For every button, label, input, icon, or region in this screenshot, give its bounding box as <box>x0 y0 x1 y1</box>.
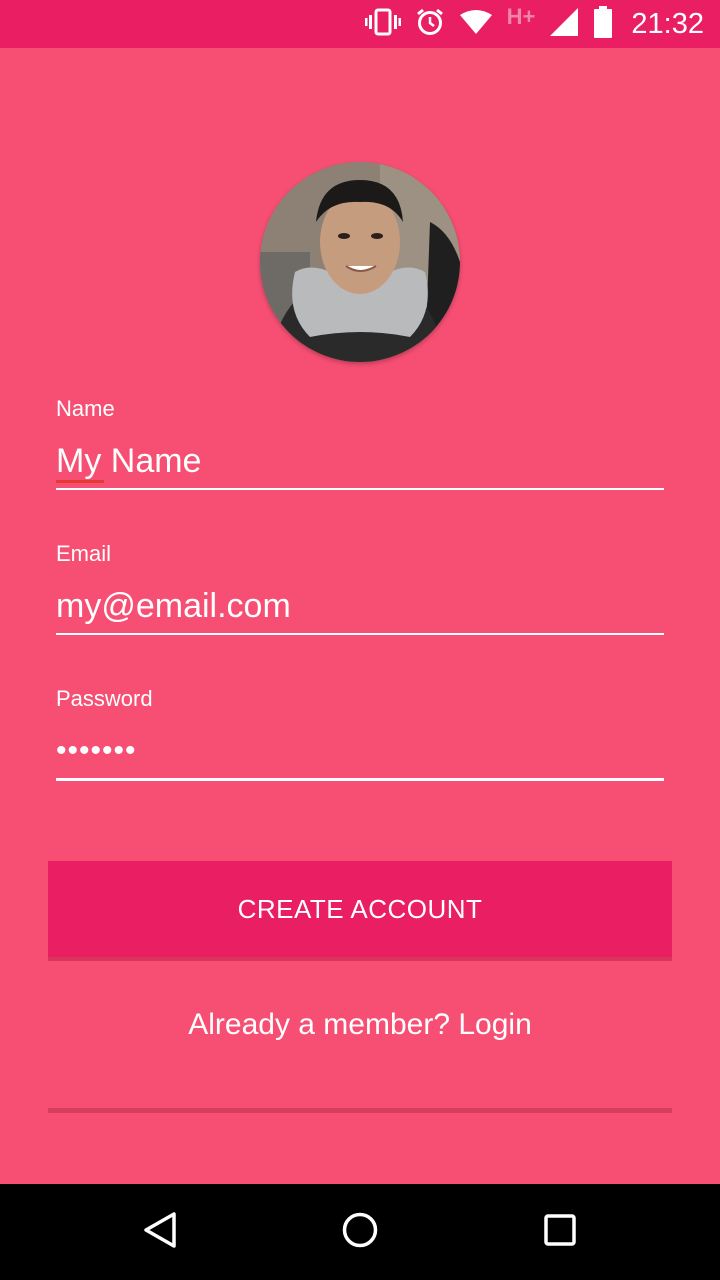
back-icon <box>140 1210 180 1255</box>
name-label: Name <box>56 396 115 421</box>
login-link[interactable]: Already a member? Login <box>0 1008 720 1042</box>
email-input-underline <box>56 633 664 635</box>
name-input[interactable]: My Name <box>56 442 201 481</box>
vibrate-icon <box>364 7 401 42</box>
clock: 21:32 <box>631 7 704 40</box>
email-field-group: Email my@email.com <box>56 541 664 637</box>
name-input-underline <box>56 488 664 490</box>
recents-icon <box>540 1210 580 1255</box>
bottom-divider <box>48 1108 672 1113</box>
email-input[interactable]: my@email.com <box>56 587 291 626</box>
password-input-underline <box>56 778 664 781</box>
password-field-group: Password ••••••• <box>56 686 664 786</box>
password-input[interactable]: ••••••• <box>56 734 137 768</box>
name-field-group: Name My Name <box>56 396 664 492</box>
battery-icon <box>593 5 613 43</box>
status-icons: H+ 21:32 <box>364 0 704 48</box>
home-button[interactable] <box>336 1208 384 1256</box>
password-label: Password <box>56 686 153 711</box>
navigation-bar <box>0 1184 720 1280</box>
home-icon <box>340 1210 380 1255</box>
spellcheck-underline <box>56 480 104 483</box>
create-account-button[interactable]: CREATE ACCOUNT <box>48 861 672 957</box>
wifi-icon <box>459 9 493 40</box>
profile-avatar[interactable] <box>260 162 460 362</box>
profile-photo <box>260 162 460 362</box>
network-type-label: H+ <box>506 4 536 29</box>
status-bar: H+ 21:32 <box>0 0 720 48</box>
back-button[interactable] <box>136 1208 184 1256</box>
cell-signal-icon <box>549 7 579 42</box>
email-label: Email <box>56 541 112 566</box>
recents-button[interactable] <box>536 1208 584 1256</box>
alarm-icon <box>415 7 445 42</box>
